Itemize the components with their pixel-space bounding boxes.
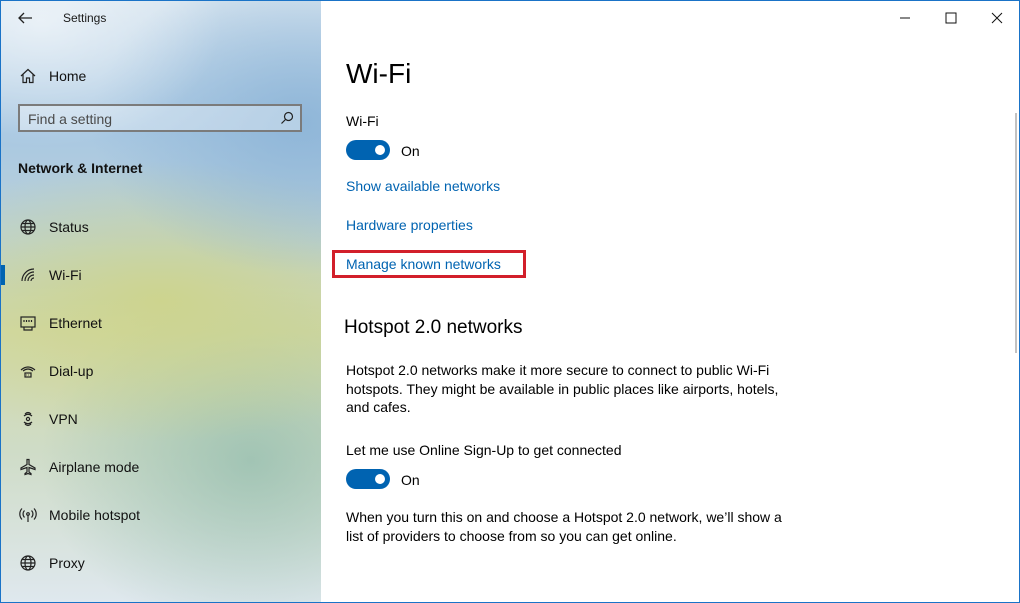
manage-known-networks-link[interactable]: Manage known networks: [346, 256, 501, 272]
sidebar-item-label: Ethernet: [49, 315, 102, 331]
sidebar-item-home[interactable]: Home: [1, 59, 321, 93]
wifi-toggle-state: On: [401, 143, 420, 159]
close-icon: [991, 12, 1003, 24]
show-available-networks-link[interactable]: Show available networks: [346, 178, 500, 194]
section-title: Network & Internet: [18, 160, 143, 176]
search-box: [18, 104, 302, 132]
sidebar: Settings Home Network & Internet: [1, 1, 321, 602]
wifi-toggle-label: Wi-Fi: [346, 113, 379, 129]
sidebar-item-label: Wi-Fi: [49, 267, 82, 283]
sidebar-item-label: VPN: [49, 411, 78, 427]
online-signup-label: Let me use Online Sign-Up to get connect…: [346, 442, 622, 458]
online-signup-toggle-state: On: [401, 472, 420, 488]
hotspot-heading: Hotspot 2.0 networks: [344, 317, 523, 338]
minimize-icon: [900, 17, 910, 19]
search-input[interactable]: [28, 110, 268, 128]
sidebar-nav: Status Wi-Fi Ethernet Dial-up VPN Airpla…: [1, 203, 321, 587]
sidebar-item-dialup[interactable]: Dial-up: [1, 347, 321, 395]
sidebar-item-status[interactable]: Status: [1, 203, 321, 251]
online-signup-description: When you turn this on and choose a Hotsp…: [346, 509, 782, 544]
hardware-properties-link[interactable]: Hardware properties: [346, 217, 473, 233]
vpn-icon: [23, 411, 33, 427]
hotspot-icon: [19, 508, 37, 522]
sidebar-item-ethernet[interactable]: Ethernet: [1, 299, 321, 347]
sidebar-item-mobile-hotspot[interactable]: Mobile hotspot: [1, 491, 321, 539]
sidebar-item-label: Status: [49, 219, 89, 235]
wifi-icon: [21, 268, 35, 282]
close-button[interactable]: [974, 1, 1019, 35]
wifi-toggle[interactable]: [346, 140, 390, 160]
hotspot-description: Hotspot 2.0 networks make it more secure…: [346, 362, 779, 415]
settings-window: Settings Home Network & Internet: [0, 0, 1020, 603]
search-icon[interactable]: [280, 111, 294, 125]
sidebar-item-label: Airplane mode: [49, 459, 140, 475]
ethernet-icon: [20, 316, 36, 331]
airplane-icon: [20, 458, 36, 476]
arrow-left-icon: [18, 12, 32, 24]
sidebar-item-label: Mobile hotspot: [49, 507, 141, 523]
page-title: Wi-Fi: [346, 58, 412, 89]
sidebar-item-vpn[interactable]: VPN: [1, 395, 321, 443]
dialup-icon: [20, 366, 36, 378]
online-signup-toggle[interactable]: [346, 469, 390, 489]
sidebar-item-proxy[interactable]: Proxy: [1, 539, 321, 587]
minimize-button[interactable]: [882, 1, 928, 35]
toggle-knob: [375, 474, 385, 484]
scrollbar[interactable]: [1015, 113, 1017, 353]
titlebar-left: Settings: [1, 1, 321, 35]
sidebar-item-label: Home: [49, 68, 87, 84]
back-button[interactable]: [12, 7, 38, 29]
globe-icon: [20, 555, 36, 571]
maximize-icon: [945, 12, 957, 24]
maximize-button[interactable]: [928, 1, 974, 35]
app-title: Settings: [63, 11, 107, 25]
sidebar-item-wifi[interactable]: Wi-Fi: [1, 251, 321, 299]
sidebar-item-label: Proxy: [49, 555, 85, 571]
content-pane: Wi-Fi Wi-Fi On Show available networks H…: [321, 1, 1019, 602]
sidebar-item-label: Dial-up: [49, 363, 94, 379]
sidebar-item-airplane[interactable]: Airplane mode: [1, 443, 321, 491]
home-icon: [20, 68, 36, 84]
toggle-knob: [375, 145, 385, 155]
globe-icon: [20, 219, 36, 235]
